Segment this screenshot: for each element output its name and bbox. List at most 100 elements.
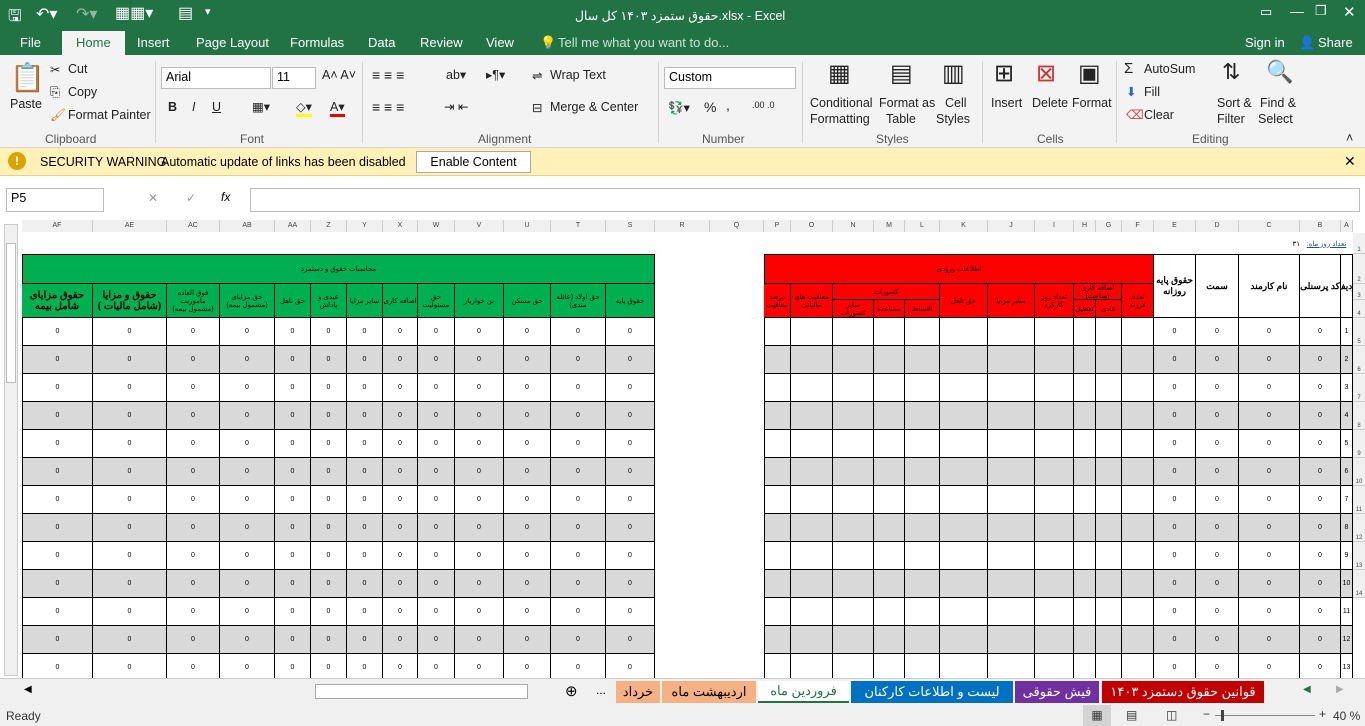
horizontal-scrollbar[interactable] (315, 684, 528, 699)
input-cell[interactable] (940, 570, 988, 598)
input-cell[interactable] (1122, 654, 1154, 678)
input-cell[interactable] (988, 598, 1035, 626)
input-cell[interactable] (1122, 514, 1154, 542)
column-header[interactable]: L (905, 220, 940, 232)
data-cell[interactable]: 0 (551, 486, 606, 514)
data-cell[interactable]: 0 (551, 542, 606, 570)
data-cell[interactable]: 0 (504, 402, 551, 430)
input-cell[interactable] (1074, 570, 1096, 598)
row-header[interactable]: 10 (1353, 458, 1365, 486)
input-cell[interactable] (1122, 318, 1154, 346)
data-cell[interactable]: 0 (418, 346, 455, 374)
data-cell[interactable]: 0 (93, 402, 167, 430)
column-header[interactable]: R (655, 220, 710, 232)
data-cell[interactable]: 0 (1239, 654, 1300, 678)
copy-button[interactable]: Copy (68, 85, 97, 99)
data-cell[interactable]: 0 (606, 626, 655, 654)
input-cell[interactable] (764, 598, 791, 626)
redo-icon[interactable]: ↷▾ (76, 4, 97, 24)
data-cell[interactable]: 8 (1341, 514, 1353, 542)
input-cell[interactable] (988, 570, 1035, 598)
data-cell[interactable]: 0 (93, 374, 167, 402)
data-cell[interactable]: 0 (93, 654, 167, 678)
next-sheet-icon[interactable]: ▶ (1336, 684, 1344, 695)
data-cell[interactable]: 0 (606, 598, 655, 626)
data-cell[interactable]: 0 (418, 514, 455, 542)
data-cell[interactable]: 0 (347, 626, 383, 654)
input-cell[interactable] (1035, 570, 1074, 598)
input-cell[interactable] (940, 430, 988, 458)
input-cell[interactable] (1035, 598, 1074, 626)
data-cell[interactable]: 0 (93, 598, 167, 626)
input-cell[interactable] (988, 346, 1035, 374)
data-cell[interactable]: 0 (22, 542, 93, 570)
page-layout-view-icon[interactable]: ▤ (1126, 708, 1137, 722)
input-cell[interactable] (791, 430, 833, 458)
data-cell[interactable]: 0 (220, 514, 275, 542)
input-cell[interactable] (1074, 458, 1096, 486)
data-cell[interactable]: 0 (275, 542, 311, 570)
data-cell[interactable]: 0 (93, 318, 167, 346)
input-cell[interactable] (905, 654, 940, 678)
data-cell[interactable]: 0 (167, 626, 220, 654)
data-cell[interactable]: 0 (1154, 402, 1196, 430)
minimize-icon[interactable]: — (1290, 3, 1304, 19)
input-cell[interactable] (1096, 570, 1122, 598)
data-cell[interactable]: 0 (551, 514, 606, 542)
data-cell[interactable]: 0 (1154, 430, 1196, 458)
input-cell[interactable] (905, 402, 940, 430)
data-cell[interactable]: 0 (1154, 570, 1196, 598)
data-cell[interactable]: 0 (1300, 486, 1341, 514)
data-cell[interactable]: 0 (347, 430, 383, 458)
data-cell[interactable]: 0 (606, 402, 655, 430)
data-cell[interactable]: 0 (1196, 654, 1239, 678)
row-header[interactable]: 7 (1353, 374, 1365, 402)
column-header[interactable]: M (874, 220, 905, 232)
zoom-slider[interactable] (1215, 715, 1315, 716)
row-header[interactable]: 3 (1353, 284, 1365, 300)
zoom-in-icon[interactable]: + (1319, 707, 1326, 721)
input-cell[interactable] (1035, 402, 1074, 430)
data-cell[interactable]: 0 (504, 346, 551, 374)
input-cell[interactable] (1096, 626, 1122, 654)
row-header[interactable]: 6 (1353, 346, 1365, 374)
data-cell[interactable]: 0 (455, 598, 504, 626)
enter-icon[interactable]: ✓ (186, 191, 196, 205)
data-cell[interactable]: 0 (22, 514, 93, 542)
input-cell[interactable] (791, 402, 833, 430)
data-cell[interactable]: 9 (1341, 542, 1353, 570)
sheet-tab[interactable]: فیش حقوقی (1015, 681, 1099, 703)
data-cell[interactable]: 0 (1239, 374, 1300, 402)
data-cell[interactable]: 0 (347, 346, 383, 374)
data-cell[interactable]: 0 (275, 514, 311, 542)
data-cell[interactable]: 0 (418, 542, 455, 570)
data-cell[interactable]: 0 (275, 430, 311, 458)
row-header[interactable]: 8 (1353, 402, 1365, 430)
input-cell[interactable] (988, 318, 1035, 346)
paste-icon[interactable]: 📋 (10, 61, 45, 94)
collapse-ribbon-icon[interactable]: ˄ (1346, 131, 1353, 145)
data-cell[interactable]: 0 (93, 626, 167, 654)
data-cell[interactable]: 0 (167, 458, 220, 486)
data-cell[interactable]: 0 (347, 542, 383, 570)
input-cell[interactable] (791, 654, 833, 678)
name-box[interactable]: P5 (6, 188, 104, 212)
data-cell[interactable]: 0 (551, 626, 606, 654)
input-cell[interactable] (1096, 402, 1122, 430)
data-cell[interactable]: 0 (1300, 542, 1341, 570)
input-cell[interactable] (1035, 374, 1074, 402)
column-header[interactable]: D (1196, 220, 1239, 232)
input-cell[interactable] (1035, 542, 1074, 570)
row-header[interactable]: 4 (1353, 300, 1365, 318)
data-cell[interactable]: 0 (1154, 626, 1196, 654)
input-cell[interactable] (874, 486, 905, 514)
data-cell[interactable]: 0 (220, 570, 275, 598)
data-cell[interactable]: 3 (1341, 374, 1353, 402)
data-cell[interactable]: 0 (275, 570, 311, 598)
data-cell[interactable]: 0 (455, 654, 504, 678)
data-cell[interactable]: 0 (418, 430, 455, 458)
font-color-icon[interactable]: A▾ (330, 99, 345, 117)
input-cell[interactable] (791, 346, 833, 374)
input-cell[interactable] (1035, 486, 1074, 514)
sheet-tab[interactable]: فروردین ماه (758, 681, 849, 703)
